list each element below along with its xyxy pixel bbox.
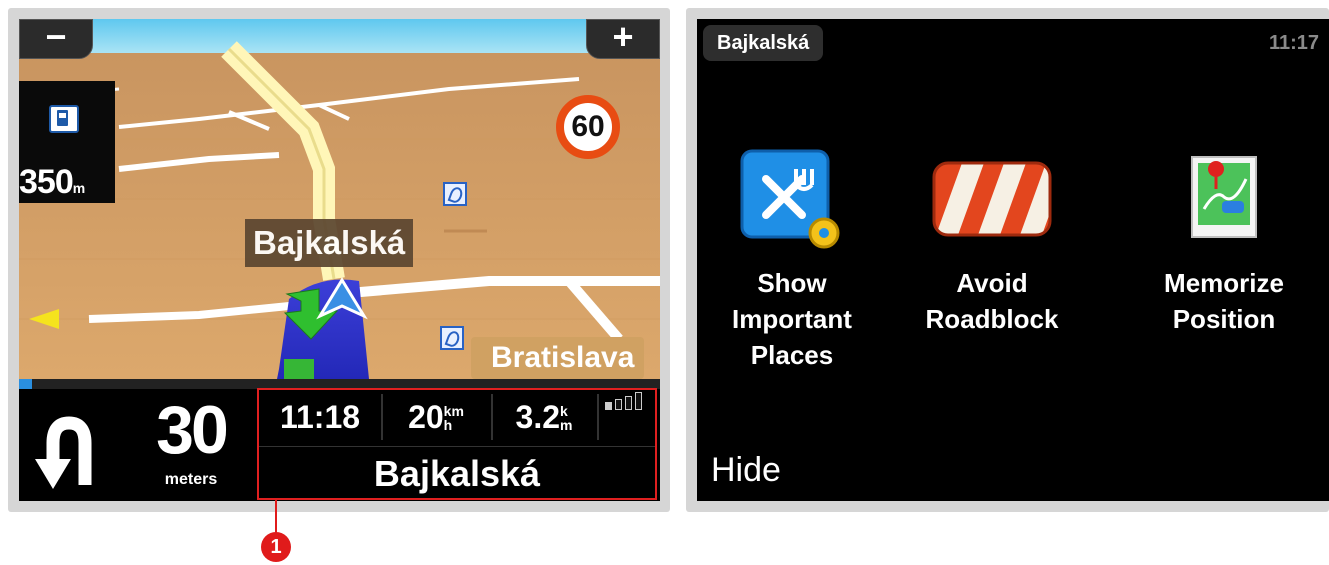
speed-limit-sign: 60 <box>556 95 620 159</box>
divider <box>259 446 655 447</box>
guidance-panel[interactable]: 30 meters 11:18 20km h 3.2k m Bajkalská <box>19 388 660 501</box>
next-street-name: Bajkalská <box>373 453 541 494</box>
callout-badge: 1 <box>261 532 291 562</box>
current-street-label: Bajkalská <box>245 219 414 267</box>
zoom-in-button[interactable]: + <box>586 19 660 59</box>
menu-item-label: Memorize Position <box>1164 268 1284 334</box>
zoom-out-button[interactable]: − <box>19 19 93 59</box>
gps-bar <box>605 402 612 410</box>
route-progress-fill <box>19 379 32 389</box>
poi-map-marker-icon[interactable] <box>440 326 464 350</box>
city-label: Bratislava <box>471 337 645 379</box>
offscreen-direction-arrow-icon <box>29 309 59 329</box>
menu-item-label: Show Important Places <box>732 268 852 370</box>
hide-button[interactable]: Hide <box>711 447 781 493</box>
gps-bar <box>635 392 642 410</box>
gps-signal-indicator <box>597 392 657 440</box>
gps-bar <box>625 396 632 410</box>
next-poi-panel[interactable]: 350m <box>19 81 115 203</box>
turn-distance-unit: meters <box>164 471 218 488</box>
clock: 11:17 <box>1268 32 1319 54</box>
show-important-places-icon <box>740 149 840 249</box>
eta-value: 11:18 <box>259 394 383 440</box>
current-speed: 20km h <box>381 394 493 440</box>
u-turn-icon <box>35 416 92 489</box>
poi-map-marker-icon[interactable] <box>443 182 467 206</box>
trip-info-box[interactable]: 11:18 20km h 3.2k m Bajkalská <box>257 388 657 500</box>
map-view[interactable] <box>19 19 660 379</box>
remaining-distance: 3.2k m <box>491 394 599 440</box>
menu-title: Bajkalská <box>703 25 824 61</box>
gps-bar <box>615 399 622 410</box>
fuel-station-icon <box>49 105 79 133</box>
memorize-position-icon <box>1191 156 1257 238</box>
memorize-position-button[interactable]: Memorize Position <box>1129 139 1319 337</box>
roadblock-icon <box>932 161 1052 237</box>
navigation-screen: − + 350m 60 Bajkalská Bratislava 30 mete… <box>19 19 660 501</box>
menu-screen: Bajkalská 11:17 Show Important Places Av… <box>697 19 1329 501</box>
avoid-roadblock-button[interactable]: Avoid Roadblock <box>897 139 1087 337</box>
poi-distance: 350m <box>19 163 85 201</box>
menu-item-label: Avoid Roadblock <box>925 268 1059 334</box>
callout-line <box>275 500 277 533</box>
show-important-places-button[interactable]: Show Important Places <box>697 139 887 373</box>
turn-distance: 30 <box>156 392 229 468</box>
